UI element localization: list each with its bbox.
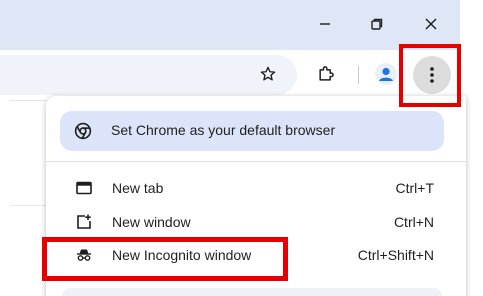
profile-button[interactable] (374, 62, 398, 86)
menu-item-new-window[interactable]: New window Ctrl+N (46, 206, 446, 238)
menu-item-label: New tab (112, 180, 164, 196)
customize-menu-button[interactable] (413, 56, 451, 94)
new-tab-icon (75, 180, 93, 196)
bookmark-button[interactable] (256, 62, 280, 86)
new-window-icon (75, 214, 93, 230)
chrome-logo-icon (73, 121, 93, 141)
menu-next-item (62, 288, 442, 296)
menu-item-shortcut: Ctrl+T (395, 180, 435, 196)
minimize-button[interactable] (310, 10, 340, 38)
incognito-icon (75, 247, 93, 263)
close-icon (425, 18, 437, 30)
menu-item-new-incognito-window[interactable]: New Incognito window Ctrl+Shift+N (46, 239, 446, 271)
menu-item-shortcut: Ctrl+N (393, 214, 434, 230)
page-divider (10, 205, 46, 206)
menu-item-new-tab[interactable]: New tab Ctrl+T (46, 172, 446, 204)
close-button[interactable] (416, 10, 446, 38)
set-default-browser-banner[interactable]: Set Chrome as your default browser (60, 111, 444, 151)
menu-item-label: New Incognito window (112, 247, 252, 263)
browser-window: Set Chrome as your default browser New t… (0, 0, 483, 296)
menu-divider (46, 161, 466, 162)
puzzle-icon (319, 66, 334, 81)
three-dot-menu-icon (430, 67, 434, 83)
extensions-button[interactable] (314, 62, 338, 86)
profile-avatar-icon (375, 63, 397, 85)
default-banner-label: Set Chrome as your default browser (111, 122, 336, 138)
address-bar[interactable] (0, 55, 297, 95)
toolbar-divider (358, 66, 359, 84)
chrome-menu: Set Chrome as your default browser New t… (46, 96, 466, 296)
page-divider (10, 100, 46, 101)
title-bar (0, 0, 460, 50)
toolbar (0, 50, 460, 100)
restore-button[interactable] (362, 10, 392, 38)
restore-icon (371, 18, 383, 30)
star-icon (260, 66, 276, 81)
menu-item-label: New window (112, 214, 191, 230)
menu-item-shortcut: Ctrl+Shift+N (357, 247, 434, 263)
minimize-icon (320, 23, 330, 25)
